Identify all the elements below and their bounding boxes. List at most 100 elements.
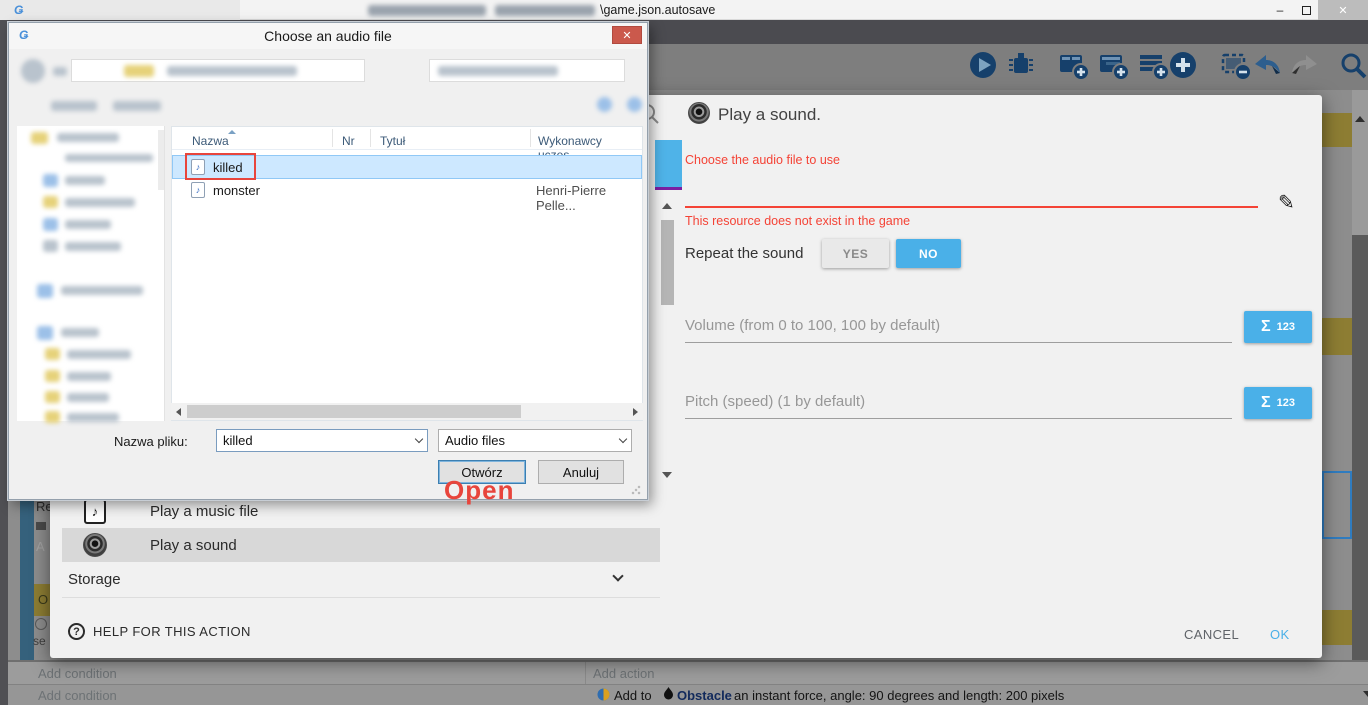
- pitch-expression-button[interactable]: Σ 123: [1244, 387, 1312, 419]
- event-fragment-icon: [36, 522, 46, 530]
- instruction-item-play-music[interactable]: ♪ Play a music file: [62, 496, 660, 527]
- help-icon[interactable]: [627, 97, 642, 112]
- forward-button[interactable]: [53, 67, 67, 76]
- instruction-group-storage[interactable]: Storage: [62, 563, 660, 595]
- debug-icon[interactable]: [1006, 50, 1036, 80]
- file-dialog-close-button[interactable]: ✕: [612, 26, 642, 44]
- highlighted-event-block[interactable]: [1322, 471, 1352, 539]
- scroll-right-arrow-icon[interactable]: [633, 408, 638, 416]
- events-scrollbar-track[interactable]: [1352, 235, 1368, 705]
- nav-tree-item[interactable]: [67, 393, 109, 402]
- volume-expression-button[interactable]: Σ 123: [1244, 311, 1312, 343]
- resize-grip[interactable]: [631, 485, 641, 495]
- selected-category-block[interactable]: [655, 140, 682, 187]
- nav-tree-item[interactable]: [67, 350, 131, 359]
- force-action-object[interactable]: Obstacle: [677, 688, 732, 703]
- undo-icon[interactable]: [1252, 52, 1282, 78]
- nav-tree-item[interactable]: [65, 154, 153, 162]
- file-list-hscrollbar[interactable]: [171, 403, 643, 420]
- volume-input-placeholder[interactable]: Volume (from 0 to 100, 100 by default): [685, 317, 940, 334]
- scroll-down-arrow-icon[interactable]: [1363, 691, 1368, 697]
- cancel-button[interactable]: CANCEL: [1184, 627, 1239, 642]
- condition-action-divider: [585, 662, 586, 684]
- column-divider[interactable]: [530, 129, 531, 147]
- delete-event-icon[interactable]: [1220, 50, 1252, 82]
- column-header-nr[interactable]: Nr: [342, 134, 355, 148]
- column-header-name[interactable]: Nazwa: [192, 134, 229, 148]
- minimize-button[interactable]: –: [1268, 0, 1292, 20]
- scroll-left-arrow-icon[interactable]: [176, 408, 181, 416]
- redo-icon[interactable]: [1290, 52, 1320, 78]
- list-divider: [62, 597, 660, 598]
- music-note-icon: ♪: [84, 499, 106, 524]
- filename-combobox[interactable]: killed: [216, 429, 428, 452]
- address-bar[interactable]: [71, 59, 365, 82]
- file-dialog-titlebar[interactable]: Ǥ Choose an audio file ✕: [9, 23, 647, 49]
- list-scroll-down-icon[interactable]: [662, 472, 672, 478]
- audio-file-error-text: This resource does not exist in the game: [685, 214, 910, 228]
- nav-tree-item[interactable]: [61, 286, 143, 295]
- search-toolbar-icon[interactable]: [1338, 50, 1368, 80]
- list-scrollbar-thumb[interactable]: [661, 220, 674, 305]
- add-comment-icon[interactable]: [1138, 50, 1170, 82]
- new-folder-button[interactable]: [113, 101, 161, 111]
- nav-tree-item[interactable]: [67, 372, 111, 381]
- nav-tree-item[interactable]: [67, 413, 119, 422]
- event-block[interactable]: [1322, 610, 1352, 645]
- event-block[interactable]: [1322, 318, 1352, 355]
- nav-tree-item[interactable]: [61, 328, 99, 337]
- pane-divider[interactable]: [164, 126, 165, 421]
- pitch-input-placeholder[interactable]: Pitch (speed) (1 by default): [685, 393, 865, 410]
- column-divider[interactable]: [370, 129, 371, 147]
- nav-tree-item[interactable]: [65, 242, 121, 251]
- instruction-item-play-sound[interactable]: Play a sound: [62, 528, 660, 562]
- add-event-icon[interactable]: [1058, 50, 1090, 82]
- restore-button[interactable]: [1294, 0, 1318, 20]
- ok-button[interactable]: OK: [1270, 627, 1290, 642]
- header-underline: [172, 149, 642, 150]
- add-button-icon[interactable]: [1168, 50, 1198, 80]
- nav-tree-item[interactable]: [65, 198, 135, 207]
- choose-resource-brush-icon[interactable]: ✎: [1278, 190, 1295, 215]
- nav-tree-item[interactable]: [65, 176, 105, 185]
- list-scroll-up-icon[interactable]: [662, 203, 672, 209]
- back-button[interactable]: [21, 59, 45, 83]
- search-box[interactable]: [429, 59, 625, 82]
- audio-file-input[interactable]: [685, 183, 1258, 205]
- events-scrollbar-track[interactable]: [1352, 90, 1368, 235]
- repeat-yes-button[interactable]: YES: [822, 239, 889, 268]
- add-subevent-icon[interactable]: [1098, 50, 1130, 82]
- speaker-icon: [83, 533, 107, 557]
- event-block[interactable]: [1322, 113, 1352, 147]
- sort-ascending-icon: [228, 130, 236, 134]
- scroll-up-arrow-icon[interactable]: [1355, 116, 1365, 122]
- organize-menu[interactable]: [51, 101, 97, 111]
- column-header-title[interactable]: Tytuł: [380, 134, 405, 148]
- filename-label: Nazwa pliku:: [114, 434, 188, 449]
- event-row-empty: Add condition Add action: [8, 660, 1368, 684]
- force-action-prefix[interactable]: Add to: [614, 688, 652, 703]
- repeat-no-button[interactable]: NO: [896, 239, 961, 268]
- filetype-combobox[interactable]: Audio files: [438, 429, 632, 452]
- restore-icon: [1302, 6, 1311, 15]
- nav-tree-item[interactable]: [57, 133, 119, 142]
- drive-icon: [37, 326, 53, 340]
- cancel-file-button[interactable]: Anuluj: [538, 460, 624, 484]
- add-condition-link[interactable]: Add condition: [38, 666, 117, 681]
- panel-left-edge: [0, 20, 8, 705]
- hscrollbar-thumb[interactable]: [187, 405, 521, 418]
- view-options-icon[interactable]: [597, 97, 612, 112]
- force-action-suffix[interactable]: an instant force, angle: 90 degrees and …: [734, 688, 1064, 703]
- file-row-monster[interactable]: ♪ monster Henri-Pierre Pelle...: [173, 179, 641, 201]
- computer-icon: [37, 284, 53, 298]
- add-action-link[interactable]: Add action: [593, 666, 654, 681]
- close-button[interactable]: ✕: [1318, 0, 1368, 20]
- redacted-path-text: [167, 66, 297, 76]
- nav-tree-item[interactable]: [65, 220, 111, 229]
- add-condition-link[interactable]: Add condition: [38, 688, 117, 703]
- play-button-icon[interactable]: [968, 50, 998, 80]
- screen: Re A O se Add condition Add action Add c…: [0, 0, 1368, 705]
- help-for-action-link[interactable]: ? HELP FOR THIS ACTION: [68, 623, 251, 640]
- category-accent-bar: [655, 187, 682, 190]
- column-divider[interactable]: [332, 129, 333, 147]
